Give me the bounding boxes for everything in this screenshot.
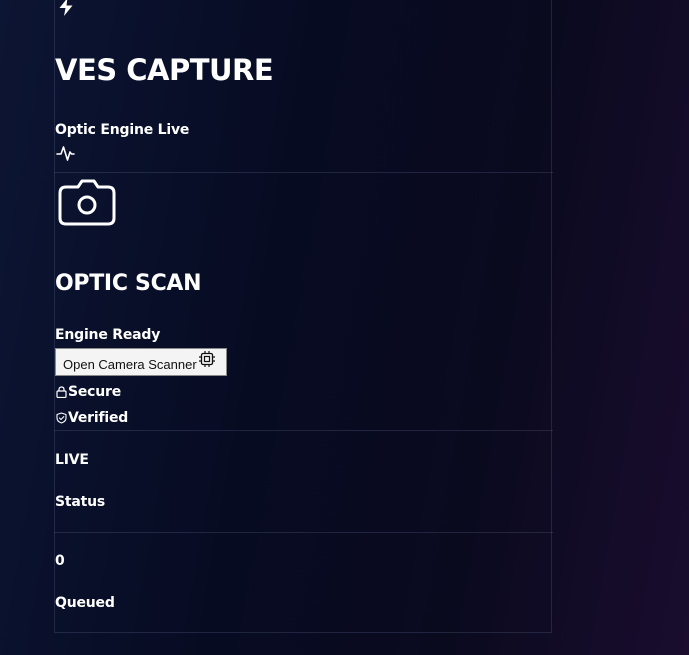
engine-status: Optic Engine Live [55, 122, 190, 138]
badge-label: Secure [68, 384, 122, 400]
open-camera-scanner-button[interactable]: Open Camera Scanner [55, 348, 227, 376]
divider [54, 430, 553, 431]
stat-value: LIVE [55, 452, 89, 468]
stat-label: Queued [55, 595, 115, 611]
badge-secure: Secure [56, 383, 121, 401]
scanner-title: OPTIC SCAN [55, 271, 202, 296]
divider [54, 532, 553, 533]
app-title: VES CAPTURE [55, 53, 274, 87]
bolt-icon [56, 0, 76, 17]
divider [54, 172, 553, 173]
shield-icon [56, 412, 67, 424]
lock-icon [56, 386, 67, 398]
badge-verified: Verified [56, 409, 128, 427]
camera-icon [58, 178, 118, 228]
activity-icon [56, 143, 76, 163]
scanner-status: Engine Ready [55, 327, 161, 343]
cpu-icon [197, 349, 217, 369]
button-label: Open Camera Scanner [63, 356, 197, 372]
capture-panel [54, 0, 552, 633]
stat-value: 0 [55, 553, 65, 569]
badge-label: Verified [68, 410, 129, 426]
stat-label: Status [55, 494, 106, 510]
